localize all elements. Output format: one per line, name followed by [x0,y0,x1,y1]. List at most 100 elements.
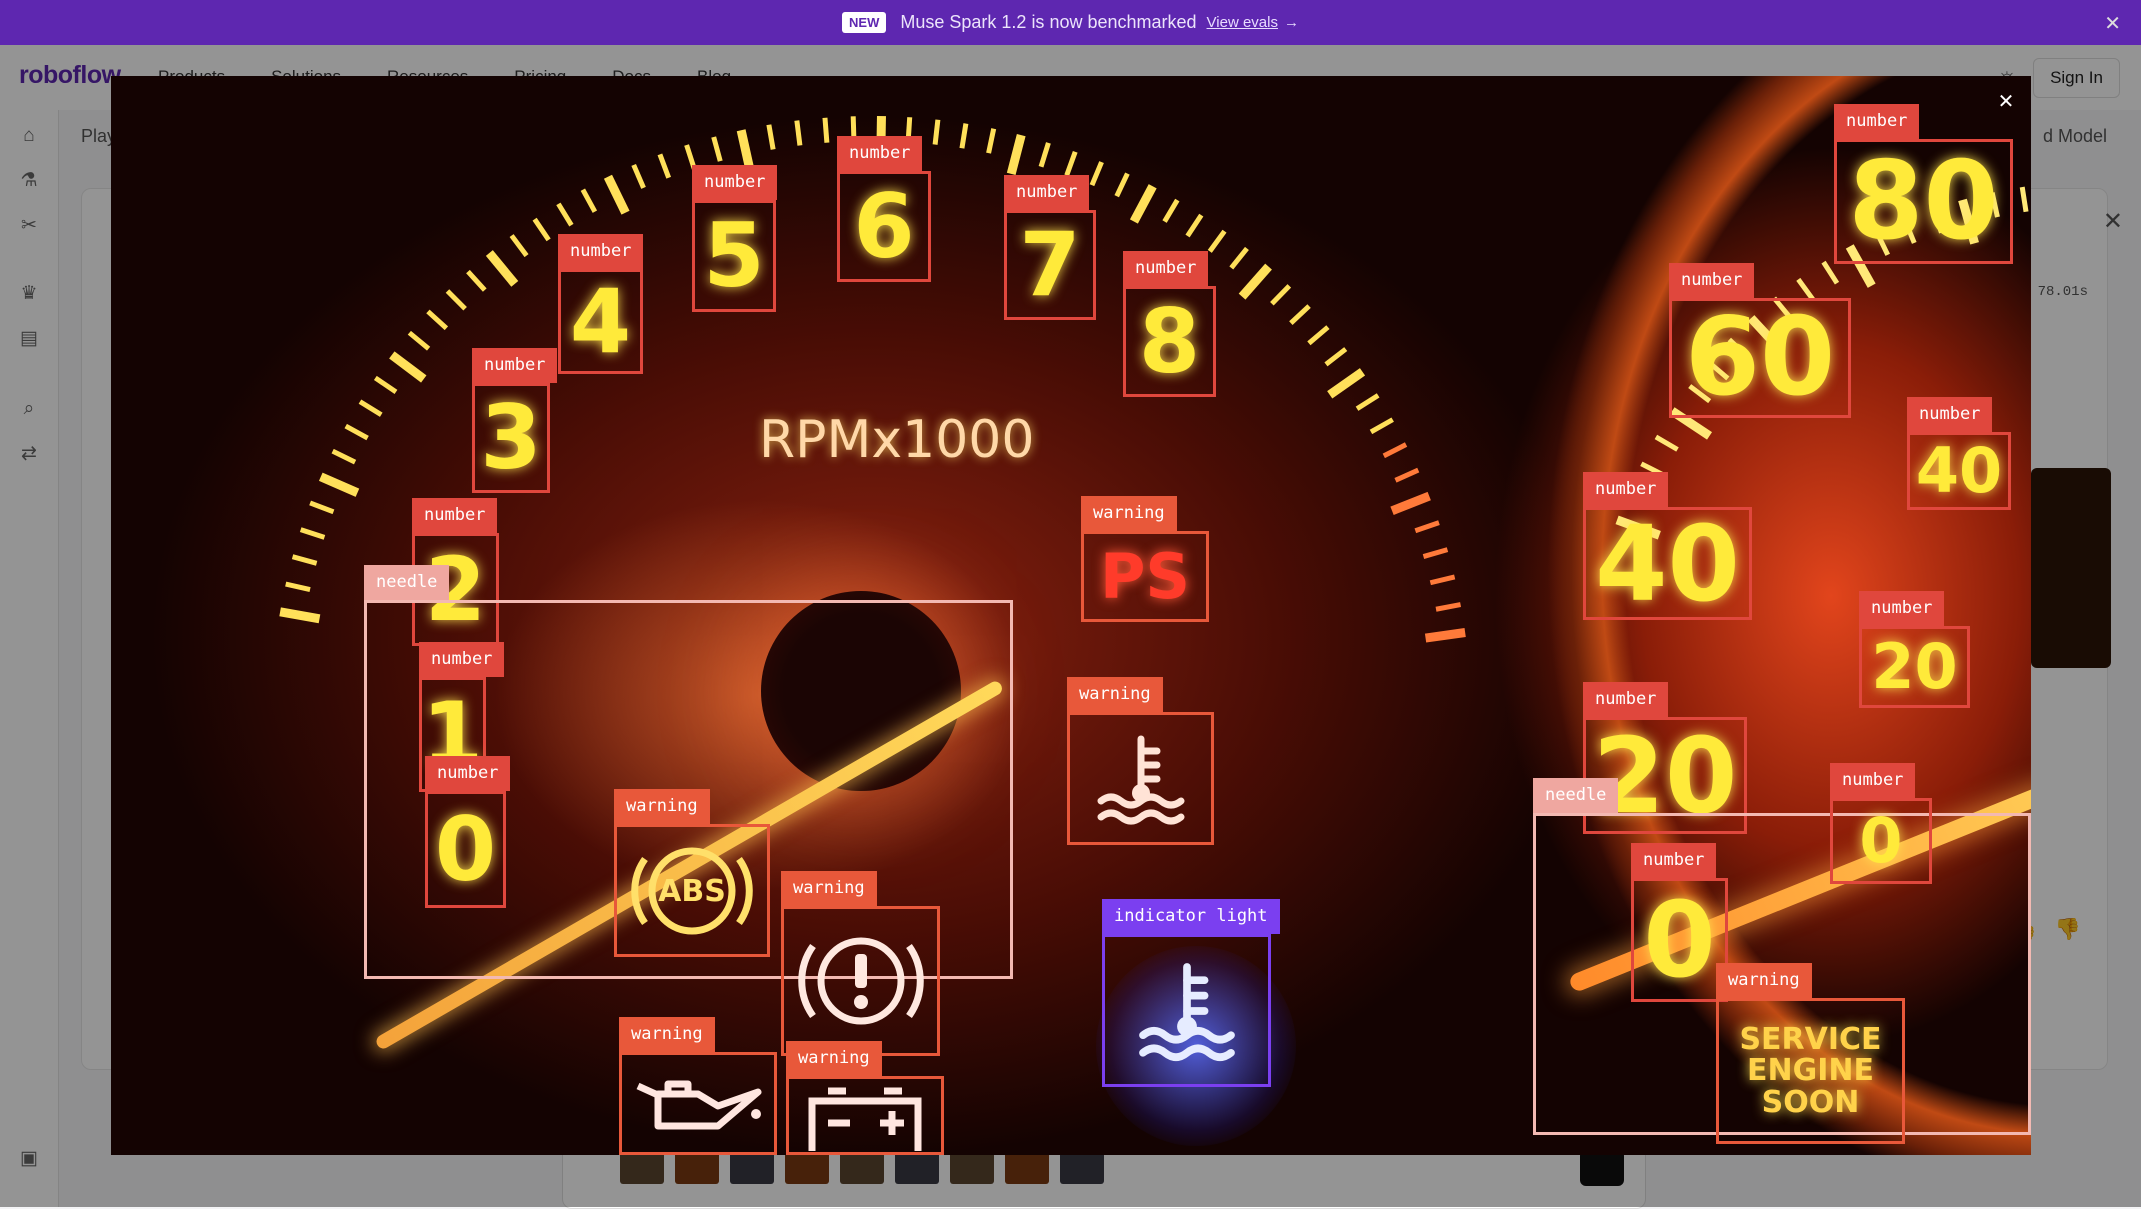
detection-number[interactable]: number 0 [1830,763,1932,884]
brake-warning-icon [784,909,937,1053]
gauge-tick [1382,442,1408,459]
gauge-tick [556,202,574,227]
abs-text: ABS [658,874,726,909]
gauge-tick [603,174,630,215]
gauge-tick [373,375,398,395]
detection-warning-brake[interactable]: warning [781,871,940,1056]
gauge-tick [1289,304,1311,325]
detection-number[interactable]: number 0 [1631,843,1728,1002]
gauge-tick [1424,628,1466,643]
gauge-tick [407,330,431,351]
gauge-tick [318,472,360,497]
gauge-tick [1089,161,1104,187]
gauge-tick [631,163,646,189]
gauge-tick [358,399,383,417]
battery-warning-icon [789,1079,941,1152]
announcement-bar: NEW Muse Spark 1.2 is now benchmarked Vi… [0,0,2141,45]
detection-number[interactable]: number 7 [1004,175,1096,320]
gauge-tick [959,123,969,149]
close-announcement-icon[interactable]: ✕ [2104,11,2121,36]
gauge-tick [794,120,803,146]
gauge-tick [466,269,487,292]
gauge-tick [426,309,449,331]
detection-number[interactable]: number 6 [837,136,931,282]
detection-number[interactable]: number 40 [1907,397,2011,510]
gauge-tick [2019,186,2029,213]
gauge-tick [1435,602,1462,612]
gauge-tick [1270,284,1292,306]
gauge-tick [509,234,529,258]
gauge-tick [299,527,326,540]
gauge-tick [1064,150,1078,177]
gauge-tick [331,448,357,465]
view-evals-link[interactable]: View evals [1207,14,1278,31]
detection-number[interactable]: number 80 [1834,104,2013,264]
detection-warning-battery[interactable]: warning [786,1041,944,1155]
gauge-tick [657,153,672,179]
gauge-tick [1229,246,1249,270]
detection-warning-coolant[interactable]: warning [1067,677,1214,845]
gauge-tick [1422,547,1449,559]
detection-number[interactable]: number 60 [1669,263,1851,418]
gauge-tick [1394,467,1420,483]
gauge-tick [309,500,335,515]
gauge-tick [1355,393,1380,411]
gauge-tick [1414,520,1440,534]
abs-warning-icon: ABS [617,827,767,954]
rpm-label: RPMx1000 [759,410,1035,470]
gauge-tick [389,351,427,383]
gauge-tick [766,124,776,150]
coolant-indicator-icon [1105,937,1268,1084]
gauge-tick [711,136,723,162]
gauge-tick [291,554,318,566]
gauge-tick [1114,172,1130,198]
gauge-tick [1307,325,1330,346]
close-modal-icon[interactable]: ✕ [1992,88,2020,116]
gauge-tick [445,289,467,311]
gauge-tick [1129,184,1157,224]
gauge-tick [285,581,311,593]
image-preview-modal: RPMx1000 number 5 number 6 number 7 numb… [111,76,2031,1155]
gauge-tick [485,250,519,287]
gauge-tick [1324,347,1348,367]
detection-number[interactable]: number 20 [1859,591,1970,708]
detection-warning-oil[interactable]: warning [619,1017,777,1155]
gauge-tick [279,607,321,624]
gauge-tick [1654,434,1679,452]
gauge-tick [1238,263,1272,300]
gauge-tick [1207,229,1227,253]
gauge-tick [1162,198,1180,223]
detection-number[interactable]: number 3 [472,348,558,493]
detection-warning-ps[interactable]: warning PS [1081,496,1209,622]
new-badge: NEW [842,12,887,33]
detection-number[interactable]: number 5 [692,165,778,312]
gauge-tick [580,188,598,213]
detection-number[interactable]: number 8 [1123,251,1216,397]
gauge-tick [1821,260,1840,285]
announcement-message: Muse Spark 1.2 is now benchmarked [900,12,1197,32]
arrow-right-icon: → [1283,14,1299,31]
detection-number[interactable]: number 4 [558,234,644,374]
gauge-tick [1429,574,1456,586]
gauge-tick [532,217,551,242]
gauge-tick [1006,133,1026,175]
oil-pressure-icon [622,1055,774,1152]
detection-warning-abs[interactable]: warning ABS [614,789,770,957]
gauge-tick [822,117,830,143]
ps-warning-icon: PS [1099,539,1191,613]
detection-warning-service-engine[interactable]: warning SERVICE ENGINE SOON [1716,963,1905,1144]
gauge-tick [1369,417,1394,435]
service-engine-soon-icon: SERVICE ENGINE SOON [1739,1021,1882,1120]
coolant-temperature-icon [1070,715,1211,842]
detection-indicator-light[interactable]: indicator light [1102,899,1280,1087]
gauge-tick [1327,368,1366,399]
gauge-tick [1390,491,1431,515]
gauge-tick [986,128,997,154]
gauge-tick [1038,142,1051,168]
detection-number[interactable]: number 0 [425,756,511,908]
detection-number[interactable]: number 40 [1583,472,1752,620]
gauge-tick [344,423,369,441]
gauge-tick [932,119,941,145]
gauge-tick [736,129,755,171]
gauge-tick [1185,213,1204,238]
